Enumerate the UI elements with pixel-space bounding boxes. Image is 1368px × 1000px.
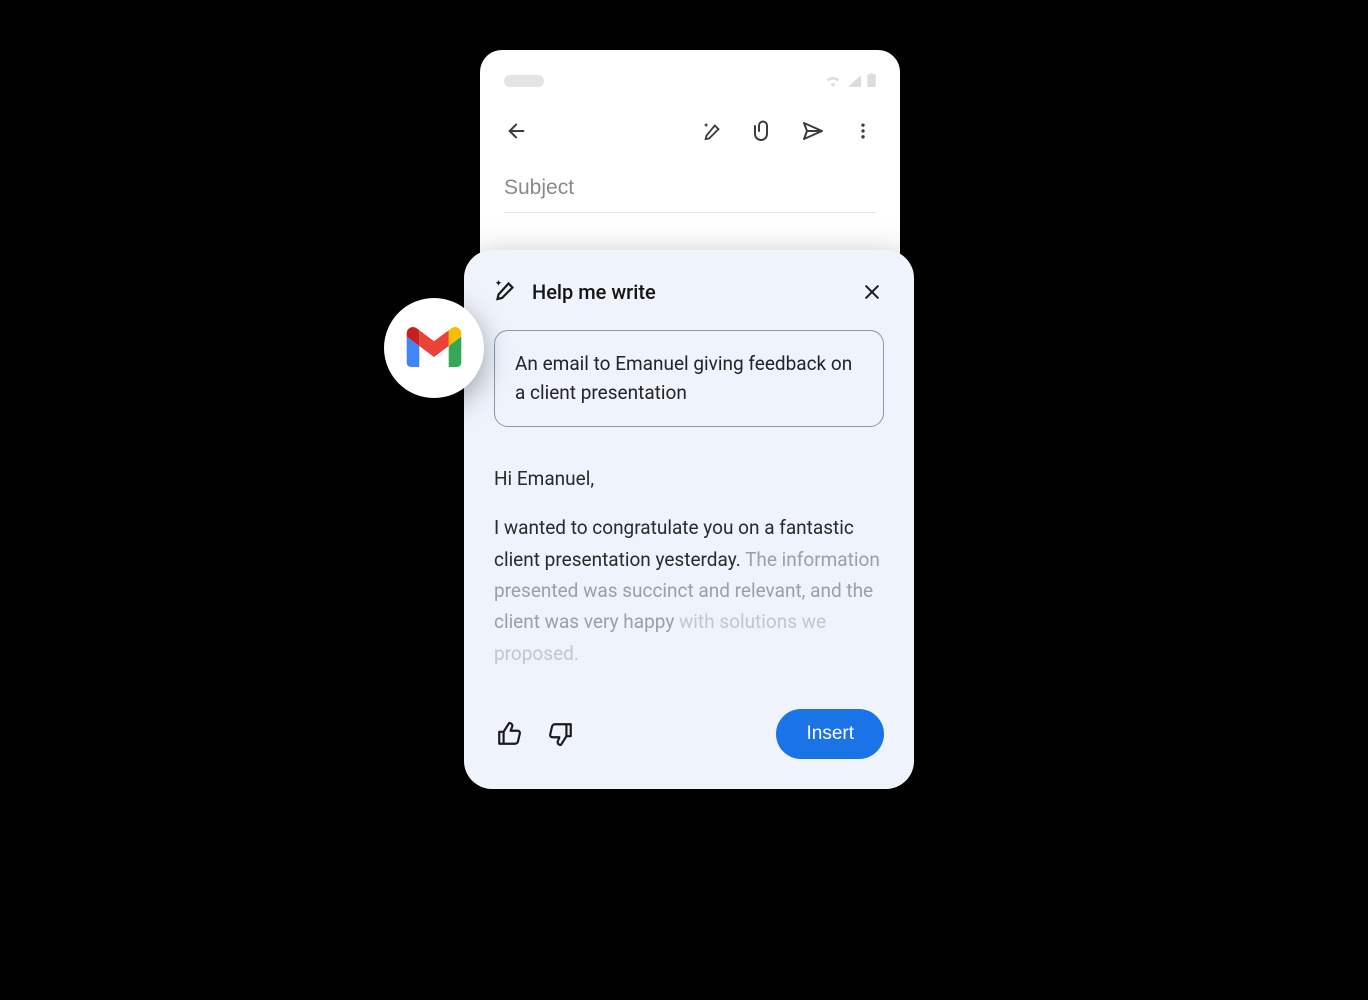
prompt-input[interactable]: An email to Emanuel giving feedback on a…: [494, 330, 884, 427]
panel-header: Help me write: [494, 278, 884, 306]
status-pill: [504, 75, 544, 87]
insert-button[interactable]: Insert: [776, 709, 884, 759]
more-button[interactable]: [850, 118, 876, 144]
send-button[interactable]: [800, 118, 826, 144]
subject-input[interactable]: [504, 168, 876, 213]
attachment-button[interactable]: [750, 118, 776, 144]
magic-pencil-icon: [494, 278, 518, 306]
compose-toolbar: [504, 114, 876, 148]
signal-icon: [847, 72, 861, 91]
back-button[interactable]: [504, 118, 530, 144]
panel-footer: Insert: [494, 709, 884, 759]
status-bar: [504, 72, 876, 90]
draft-preview: Hi Emanuel, I wanted to congratulate you…: [494, 463, 884, 669]
close-button[interactable]: [860, 280, 884, 304]
gmail-badge: [384, 298, 484, 398]
panel-title: Help me write: [532, 280, 656, 304]
status-icons: [825, 72, 876, 91]
thumb-up-button[interactable]: [494, 719, 524, 749]
help-me-write-panel: Help me write An email to Emanuel giving…: [464, 250, 914, 789]
thumb-down-button[interactable]: [546, 719, 576, 749]
wifi-icon: [825, 72, 841, 91]
gmail-logo-icon: [406, 325, 462, 371]
magic-pencil-button[interactable]: [700, 118, 726, 144]
battery-icon: [867, 72, 876, 91]
draft-greeting: Hi Emanuel,: [494, 463, 884, 494]
